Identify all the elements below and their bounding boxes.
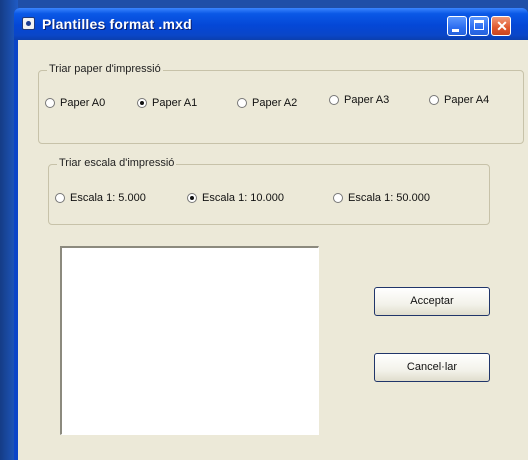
title-bar[interactable]: Plantilles format .mxd ✕: [14, 8, 528, 40]
maximize-icon: [474, 20, 484, 30]
radio-label: Escala 1: 5.000: [70, 192, 146, 204]
paper-group: Triar paper d'impressió Paper A0 Paper A…: [38, 63, 524, 144]
radio-paper-a2[interactable]: Paper A2: [237, 97, 297, 109]
dialog-client-area: Triar paper d'impressió Paper A0 Paper A…: [18, 40, 528, 460]
accept-button[interactable]: Acceptar: [374, 287, 490, 316]
close-button[interactable]: ✕: [491, 16, 511, 36]
radio-circle-icon: [55, 193, 65, 203]
maximize-button[interactable]: [469, 16, 489, 36]
radio-label: Paper A1: [152, 97, 198, 109]
radio-scale-50000[interactable]: Escala 1: 50.000: [333, 192, 430, 204]
radio-label: Paper A2: [252, 97, 298, 109]
paper-group-label: Triar paper d'impressió: [47, 63, 163, 75]
radio-paper-a1[interactable]: Paper A1: [137, 97, 197, 109]
dialog-window: Plantilles format .mxd ✕ Triar paper d'i…: [14, 8, 528, 460]
radio-circle-icon: [137, 98, 147, 108]
radio-label: Paper A0: [60, 97, 106, 109]
radio-scale-10000[interactable]: Escala 1: 10.000: [187, 192, 284, 204]
radio-circle-icon: [429, 95, 439, 105]
radio-scale-5000[interactable]: Escala 1: 5.000: [55, 192, 146, 204]
radio-label: Escala 1: 10.000: [202, 192, 284, 204]
window-title: Plantilles format .mxd: [42, 16, 192, 32]
app-icon: [22, 17, 35, 30]
radio-circle-icon: [333, 193, 343, 203]
minimize-button[interactable]: [447, 16, 467, 36]
radio-circle-icon: [237, 98, 247, 108]
radio-circle-icon: [187, 193, 197, 203]
radio-paper-a3[interactable]: Paper A3: [329, 94, 389, 106]
radio-label: Escala 1: 50.000: [348, 192, 430, 204]
cancel-button[interactable]: Cancel·lar: [374, 353, 490, 382]
radio-paper-a4[interactable]: Paper A4: [429, 94, 489, 106]
radio-label: Paper A3: [344, 94, 390, 106]
radio-circle-icon: [329, 95, 339, 105]
radio-label: Paper A4: [444, 94, 490, 106]
scale-group: Triar escala d'impressió Escala 1: 5.000…: [48, 157, 490, 225]
preview-area: [60, 246, 319, 435]
minimize-icon: [452, 29, 459, 32]
scale-group-label: Triar escala d'impressió: [57, 157, 177, 169]
radio-paper-a0[interactable]: Paper A0: [45, 97, 105, 109]
radio-circle-icon: [45, 98, 55, 108]
close-icon: ✕: [496, 18, 508, 34]
